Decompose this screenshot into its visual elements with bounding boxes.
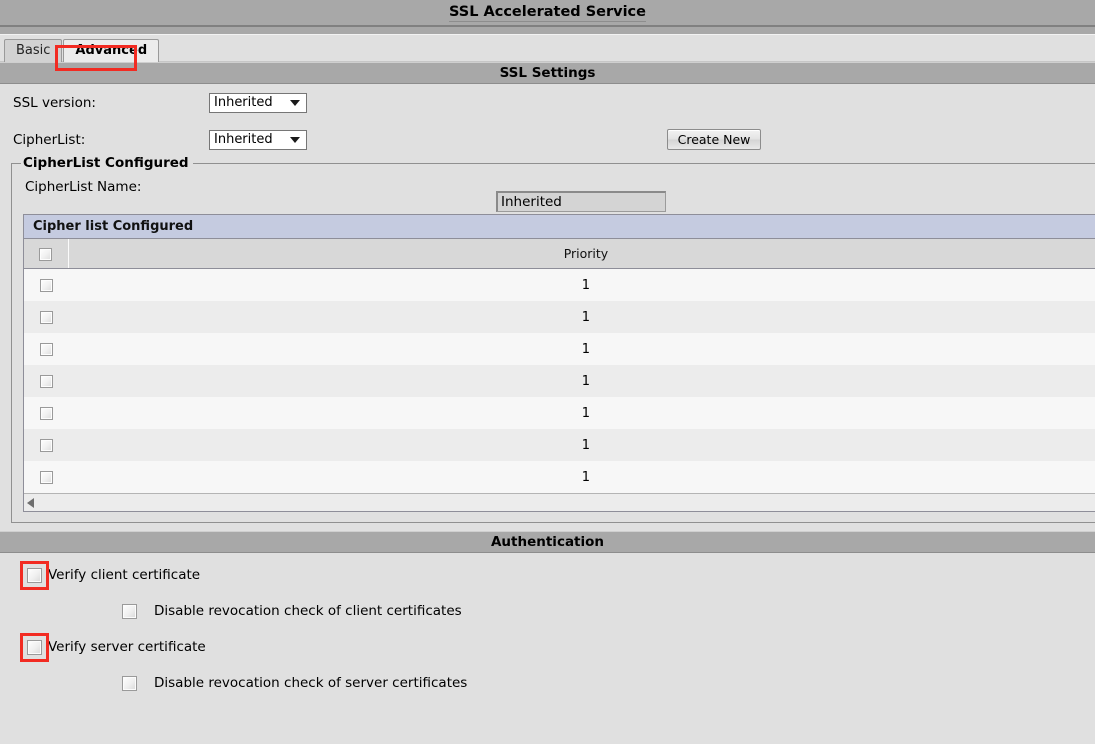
row-priority-cell: 1 <box>68 301 1095 333</box>
cipher-list-table: Priority 1 1 1 1 1 1 1 <box>24 239 1095 493</box>
table-horizontal-scrollbar[interactable] <box>24 493 1095 511</box>
row-priority-cell: 1 <box>68 268 1095 301</box>
scroll-left-arrow-icon[interactable] <box>27 497 34 508</box>
disable-revocation-client-checkbox[interactable] <box>122 603 137 619</box>
window-titlebar: SSL Accelerated Service <box>0 0 1095 27</box>
row-checkbox[interactable] <box>39 406 53 420</box>
cipherlist-label: CipherList: <box>13 131 86 148</box>
cipherlist-configured-fieldset: CipherList Configured CipherList Name: I… <box>11 155 1095 523</box>
section-header-ssl-settings: SSL Settings <box>0 62 1095 84</box>
row-checkbox-cell[interactable] <box>24 461 69 493</box>
ssl-version-select[interactable]: Inherited <box>209 92 307 113</box>
disable-revocation-server-checkbox[interactable] <box>122 675 137 691</box>
authentication-body: Verify client certificate Disable revoca… <box>0 553 1095 701</box>
table-row[interactable]: 1 <box>24 397 1095 429</box>
titlebar-underbar <box>0 27 1095 35</box>
row-checkbox-cell[interactable] <box>24 397 69 429</box>
row-checkbox-cell[interactable] <box>24 268 69 301</box>
table-row[interactable]: 1 <box>24 301 1095 333</box>
chevron-down-icon <box>290 136 300 143</box>
verify-client-certificate-label: Verify client certificate <box>48 567 201 583</box>
create-new-button[interactable]: Create New <box>667 129 761 150</box>
row-priority-cell: 1 <box>68 365 1095 397</box>
row-checkbox-cell[interactable] <box>24 301 69 333</box>
page-title: SSL Accelerated Service <box>449 3 646 22</box>
row-priority-cell: 1 <box>68 333 1095 365</box>
table-row[interactable]: 1 <box>24 365 1095 397</box>
verify-server-certificate-checkbox[interactable] <box>27 639 42 655</box>
row-disable-revocation-server[interactable]: Disable revocation check of server certi… <box>0 665 1095 701</box>
cipherlist-name-label: CipherList Name: <box>25 179 142 195</box>
ssl-settings-body: SSL version: Inherited CipherList: Inher… <box>0 84 1095 523</box>
row-checkbox[interactable] <box>39 438 53 452</box>
section-header-authentication-label: Authentication <box>490 534 605 550</box>
row-verify-server-certificate[interactable]: Verify server certificate <box>0 629 1095 665</box>
section-header-ssl-settings-label: SSL Settings <box>499 65 596 81</box>
section-header-authentication: Authentication <box>0 531 1095 553</box>
row-checkbox-cell[interactable] <box>24 365 69 397</box>
table-header-priority[interactable]: Priority <box>68 239 1095 269</box>
tab-basic[interactable]: Basic <box>4 39 63 62</box>
row-checkbox[interactable] <box>39 374 53 388</box>
row-checkbox-cell[interactable] <box>24 333 69 365</box>
table-row[interactable]: 1 <box>24 333 1095 365</box>
section-gap <box>0 523 1095 531</box>
row-checkbox[interactable] <box>39 342 53 356</box>
cipher-list-table-caption: Cipher list Configured <box>24 215 1095 239</box>
cipherlist-select-value: Inherited <box>214 132 273 147</box>
verify-client-certificate-checkbox[interactable] <box>27 567 42 583</box>
table-row[interactable]: 1 <box>24 461 1095 493</box>
cipherlist-configured-legend: CipherList Configured <box>21 155 193 171</box>
row-priority-cell: 1 <box>68 461 1095 493</box>
cipher-list-table-body: 1 1 1 1 1 1 1 <box>24 268 1095 493</box>
row-verify-client-certificate[interactable]: Verify client certificate <box>0 557 1095 593</box>
row-checkbox-cell[interactable] <box>24 429 69 461</box>
tab-advanced[interactable]: Advanced <box>63 39 160 62</box>
row-priority-cell: 1 <box>68 429 1095 461</box>
ssl-version-select-value: Inherited <box>214 95 273 110</box>
cipherlist-select[interactable]: Inherited <box>209 129 307 150</box>
cipher-list-table-container: Cipher list Configured Priority 1 1 1 1 … <box>23 214 1095 512</box>
field-row-cipherlist: CipherList: Inherited Create New <box>0 121 1095 158</box>
field-row-ssl-version: SSL version: Inherited <box>0 84 1095 121</box>
table-header-row: Priority <box>24 239 1095 269</box>
table-row[interactable]: 1 <box>24 429 1095 461</box>
cipherlist-name-input[interactable]: Inherited <box>496 191 666 212</box>
chevron-down-icon <box>290 99 300 106</box>
select-all-checkbox[interactable] <box>39 248 53 261</box>
table-row[interactable]: 1 <box>24 268 1095 301</box>
ssl-version-label: SSL version: <box>13 94 96 111</box>
row-disable-revocation-client[interactable]: Disable revocation check of client certi… <box>0 593 1095 629</box>
disable-revocation-client-label: Disable revocation check of client certi… <box>154 603 462 619</box>
tab-strip: Basic Advanced <box>0 35 1095 62</box>
table-header-select-all[interactable] <box>24 239 69 269</box>
row-priority-cell: 1 <box>68 397 1095 429</box>
row-checkbox[interactable] <box>39 310 53 324</box>
disable-revocation-server-label: Disable revocation check of server certi… <box>154 675 468 691</box>
row-checkbox[interactable] <box>39 278 53 292</box>
row-checkbox[interactable] <box>39 470 53 484</box>
verify-server-certificate-label: Verify server certificate <box>48 639 206 655</box>
